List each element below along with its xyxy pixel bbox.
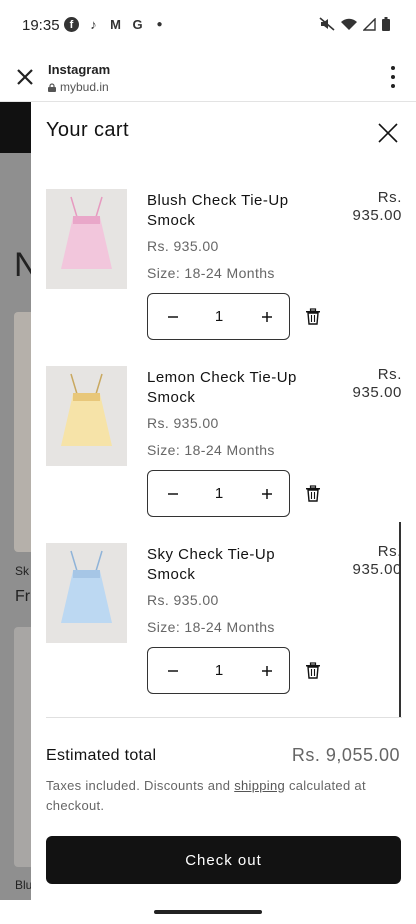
tax-note: Taxes included. Discounts and shipping c… — [46, 776, 396, 816]
item-line-total: Rs. 935.00 — [322, 366, 402, 402]
trash-icon[interactable] — [305, 662, 321, 679]
minus-icon — [168, 669, 178, 672]
item-line-total: Rs. 935.00 — [322, 543, 402, 579]
tiktok-icon: ♪ — [90, 17, 97, 32]
quantity-stepper: 1 — [147, 470, 290, 517]
gmail-icon: M — [110, 17, 121, 32]
background-product-price: Fr — [15, 588, 31, 605]
estimated-total-value: Rs. 9,055.00 — [291, 745, 400, 765]
cart-scrollbar[interactable] — [399, 522, 401, 718]
item-size: Size: 18-24 Months — [147, 619, 275, 635]
item-line-total-amount: 935.00 — [352, 207, 402, 224]
cart-item: Sky Check Tie-Up Smock Rs. 935.00 Rs. 93… — [46, 543, 402, 713]
status-bar: 19:35 f ♪ M G ● — [0, 0, 416, 52]
item-line-total-currency: Rs. — [377, 543, 402, 560]
decrease-quantity-button[interactable] — [158, 471, 188, 516]
cart-item: Blush Check Tie-Up Smock Rs. 935.00 Rs. … — [46, 189, 402, 359]
minus-icon — [168, 315, 178, 318]
item-unit-price: Rs. 935.00 — [147, 238, 219, 254]
quantity-input[interactable]: 1 — [198, 294, 240, 339]
decrease-quantity-button[interactable] — [158, 294, 188, 339]
home-gesture-handle[interactable] — [154, 910, 262, 914]
shipping-link[interactable]: shipping — [234, 778, 285, 793]
cart-title: Your cart — [46, 119, 129, 141]
mute-icon — [319, 17, 335, 31]
item-line-total-amount: 935.00 — [352, 561, 402, 578]
divider — [46, 717, 402, 718]
minus-icon — [168, 492, 178, 495]
increase-quantity-button[interactable] — [252, 648, 282, 693]
plus-icon — [262, 311, 272, 322]
plus-icon — [262, 665, 272, 676]
browser-url-row[interactable]: mybud.in — [48, 80, 109, 94]
lock-icon — [48, 82, 56, 92]
browser-toolbar: Instagram mybud.in — [0, 52, 416, 102]
product-image[interactable] — [46, 189, 127, 289]
quantity-stepper: 1 — [147, 647, 290, 694]
item-size: Size: 18-24 Months — [147, 442, 275, 458]
cart-drawer: Your cart Blush Check Tie-Up Smock Rs. 9… — [31, 102, 416, 900]
tax-note-text: Taxes included. Discounts and — [46, 778, 235, 793]
item-line-total-currency: Rs. — [377, 366, 402, 383]
facebook-icon: f — [64, 17, 79, 32]
decrease-quantity-button[interactable] — [158, 648, 188, 693]
item-unit-price: Rs. 935.00 — [147, 415, 219, 431]
item-name[interactable]: Lemon Check Tie-Up Smock — [147, 368, 307, 408]
plus-icon — [262, 488, 272, 499]
system-icons — [319, 17, 390, 31]
trash-icon[interactable] — [305, 485, 321, 502]
item-name[interactable]: Sky Check Tie-Up Smock — [147, 545, 307, 585]
checkout-button[interactable]: Check out — [46, 836, 401, 884]
close-cart-icon[interactable] — [376, 121, 400, 145]
quantity-input[interactable]: 1 — [198, 648, 240, 693]
wifi-icon — [341, 18, 357, 30]
quantity-stepper: 1 — [147, 293, 290, 340]
product-image[interactable] — [46, 366, 127, 466]
estimated-total-label: Estimated total — [46, 747, 157, 764]
dot-icon: ● — [156, 19, 163, 30]
background-product-name: Blu — [15, 878, 33, 892]
system-navigation-bar — [0, 900, 416, 924]
increase-quantity-button[interactable] — [252, 471, 282, 516]
background-product-name: Sk — [15, 564, 30, 578]
quantity-input[interactable]: 1 — [198, 471, 240, 516]
trash-icon[interactable] — [305, 308, 321, 325]
product-image[interactable] — [46, 543, 127, 643]
google-icon: G — [132, 17, 143, 32]
browser-url: mybud.in — [60, 80, 109, 94]
item-name[interactable]: Blush Check Tie-Up Smock — [147, 191, 307, 231]
battery-icon — [382, 17, 390, 31]
cart-item: Lemon Check Tie-Up Smock Rs. 935.00 Rs. … — [46, 366, 402, 536]
item-unit-price: Rs. 935.00 — [147, 592, 219, 608]
close-browser-icon[interactable] — [14, 66, 36, 88]
item-line-total: Rs. 935.00 — [322, 189, 402, 225]
item-line-total-amount: 935.00 — [352, 384, 402, 401]
increase-quantity-button[interactable] — [252, 294, 282, 339]
item-line-total-currency: Rs. — [377, 189, 402, 206]
status-time: 19:35 — [22, 17, 60, 34]
more-options-icon[interactable] — [390, 66, 396, 88]
browser-title: Instagram — [48, 62, 111, 77]
signal-icon — [363, 17, 376, 31]
notification-icons: f ♪ M G ● — [64, 17, 167, 32]
item-size: Size: 18-24 Months — [147, 265, 275, 281]
